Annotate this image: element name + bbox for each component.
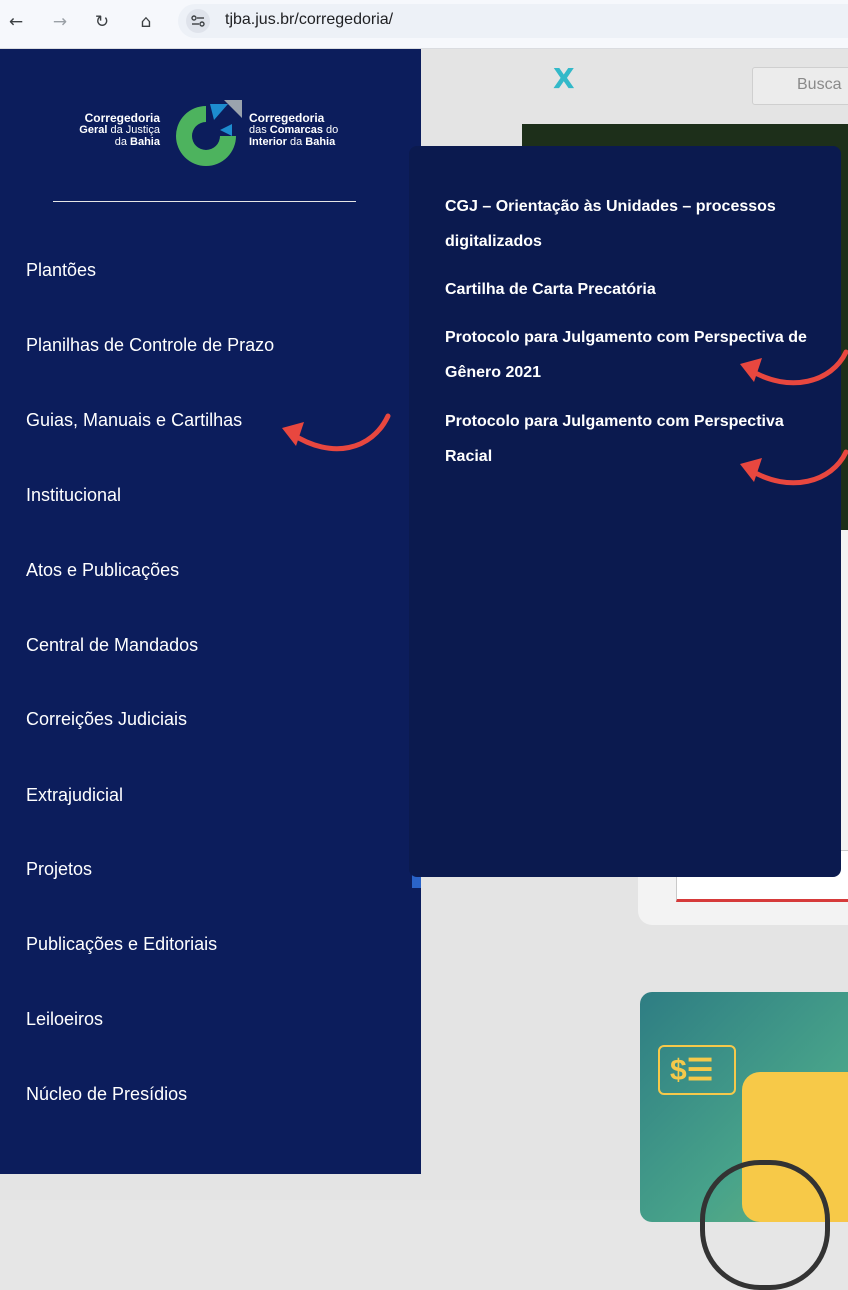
- close-menu-button[interactable]: X: [553, 62, 575, 95]
- sidebar-item-institucional[interactable]: Institucional: [26, 485, 121, 506]
- corregedoria-logo-icon[interactable]: [166, 98, 246, 174]
- back-arrow-icon[interactable]: ←: [2, 8, 30, 36]
- sidebar-item-leiloeiros[interactable]: Leiloeiros: [26, 1009, 103, 1030]
- search-placeholder: Busca: [797, 76, 842, 93]
- sidebar-item-projetos[interactable]: Projetos: [26, 859, 92, 880]
- sidebar-item-mandados[interactable]: Central de Mandados: [26, 635, 198, 656]
- logo-text-cci: Corregedoria das Comarcas do Interior da…: [249, 112, 379, 148]
- home-icon[interactable]: ⌂: [132, 8, 160, 36]
- logo-divider: [53, 201, 356, 202]
- logo-cci-line3b: da: [286, 136, 306, 148]
- sidebar-item-correicoes[interactable]: Correições Judiciais: [26, 709, 187, 730]
- sidebar-item-publicacoes[interactable]: Publicações e Editoriais: [26, 934, 217, 955]
- logo-cci-line2b: Comarcas: [269, 124, 323, 136]
- logo-cgj-line3a: da: [114, 136, 131, 148]
- logo-cgj-line2b: da Justiça: [107, 124, 160, 136]
- reload-icon[interactable]: ↻: [88, 8, 116, 36]
- logo-cgj-line2a: Geral: [79, 124, 108, 136]
- logo-text-cgj: Corregedoria Geral da Justiça da Bahia: [30, 112, 160, 148]
- logo-cci-line2a: das: [249, 124, 270, 136]
- sidebar-item-presidios[interactable]: Núcleo de Presídios: [26, 1084, 187, 1105]
- browser-toolbar: ← → ↻ ⌂ tjba.jus.br/corregedoria/: [0, 0, 848, 49]
- sidebar-item-atos[interactable]: Atos e Publicações: [26, 560, 179, 581]
- annotation-arrow-icon: [282, 413, 391, 452]
- annotation-arrow-icon: [740, 349, 848, 386]
- annotation-arrow-icon: [740, 449, 848, 486]
- dollar-document-icon: $☰: [658, 1045, 736, 1095]
- submenu-item-orientacao[interactable]: CGJ – Orientação às Unidades – processos…: [445, 189, 835, 259]
- logo-cgj-line1: Corregedoria: [84, 111, 160, 125]
- submenu-item-carta-precatoria[interactable]: Cartilha de Carta Precatória: [445, 272, 835, 307]
- logo-cci-line1: Corregedoria: [249, 111, 325, 125]
- forward-arrow-icon[interactable]: →: [46, 8, 74, 36]
- logo-cci-line3a: Interior: [249, 136, 287, 148]
- logo-cgj-line3b: Bahia: [130, 136, 160, 148]
- url-text[interactable]: tjba.jus.br/corregedoria/: [225, 11, 393, 29]
- sidebar-menu: [0, 49, 421, 1174]
- logo-cci-line3c: Bahia: [305, 136, 336, 148]
- sidebar-item-planilhas[interactable]: Planilhas de Controle de Prazo: [26, 335, 274, 356]
- logo-cci-line2c: do: [323, 124, 339, 136]
- sidebar-item-plantoes[interactable]: Plantões: [26, 260, 96, 281]
- site-settings-icon[interactable]: [186, 9, 210, 33]
- sidebar-item-guias[interactable]: Guias, Manuais e Cartilhas: [26, 410, 242, 431]
- magnifier-illustration: [700, 1160, 830, 1290]
- sidebar-item-extrajudicial[interactable]: Extrajudicial: [26, 785, 123, 806]
